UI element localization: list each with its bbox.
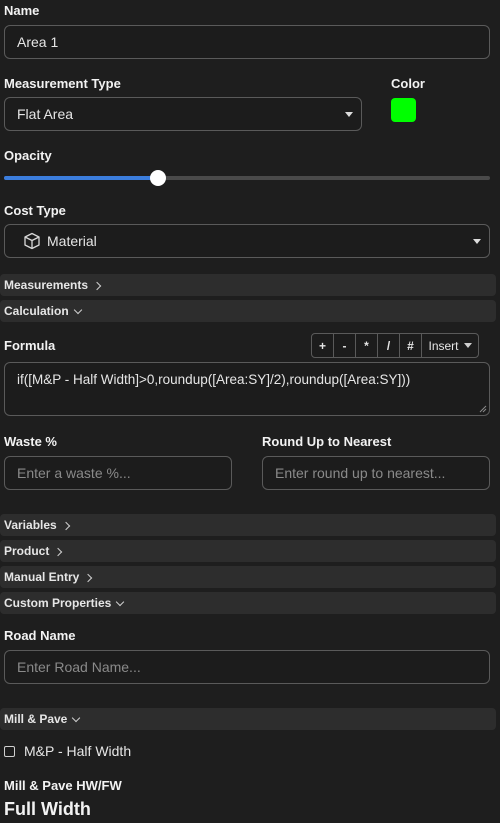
- round-up-label: Round Up to Nearest: [262, 434, 392, 449]
- section-mill-pave[interactable]: Mill & Pave: [0, 708, 496, 730]
- formula-operator-toolbar: + - * / # Insert: [311, 333, 479, 358]
- opacity-label: Opacity: [4, 148, 52, 163]
- operator-divide-button[interactable]: /: [378, 334, 400, 357]
- operator-plus-button[interactable]: +: [312, 334, 334, 357]
- color-label: Color: [391, 76, 425, 91]
- opacity-slider[interactable]: [4, 170, 490, 186]
- section-custom-properties-label: Custom Properties: [4, 596, 112, 610]
- name-input[interactable]: Area 1: [4, 25, 490, 59]
- road-name-label: Road Name: [4, 628, 76, 643]
- measurement-type-value: Flat Area: [17, 106, 74, 122]
- chevron-right-icon: [54, 547, 63, 556]
- section-measurements-label: Measurements: [4, 278, 89, 292]
- operator-minus-button[interactable]: -: [334, 334, 356, 357]
- mill-pave-hwfw-value: Full Width: [4, 799, 91, 819]
- chevron-down-icon: [463, 343, 472, 348]
- section-calculation[interactable]: Calculation: [0, 300, 496, 322]
- road-name-input[interactable]: Enter Road Name...: [4, 650, 490, 684]
- section-calculation-label: Calculation: [4, 304, 69, 318]
- chevron-down-icon: [72, 713, 81, 722]
- insert-label: Insert: [428, 338, 459, 353]
- section-measurements[interactable]: Measurements: [0, 274, 496, 296]
- cost-type-value: Material: [47, 233, 97, 249]
- waste-label: Waste %: [4, 434, 57, 449]
- slider-fill: [4, 176, 158, 180]
- formula-text: if([M&P - Half Width]>0,roundup([Area:SY…: [17, 372, 411, 387]
- color-swatch[interactable]: [391, 98, 416, 122]
- resize-handle-icon[interactable]: [479, 405, 487, 413]
- chevron-right-icon: [84, 573, 93, 582]
- cube-icon: [24, 232, 40, 250]
- operator-hash-button[interactable]: #: [400, 334, 422, 357]
- chevron-right-icon: [61, 521, 70, 530]
- section-custom-properties[interactable]: Custom Properties: [0, 592, 496, 614]
- mp-half-width-label: M&P - Half Width: [24, 743, 132, 759]
- mp-half-width-checkbox-row[interactable]: M&P - Half Width: [4, 743, 131, 759]
- slider-thumb[interactable]: [149, 170, 166, 186]
- formula-textarea[interactable]: if([M&P - Half Width]>0,roundup([Area:SY…: [4, 362, 490, 416]
- section-manual-entry[interactable]: Manual Entry: [0, 566, 496, 588]
- name-label: Name: [4, 3, 40, 18]
- measurement-type-select[interactable]: Flat Area: [4, 97, 362, 131]
- section-mill-pave-label: Mill & Pave: [4, 712, 68, 726]
- chevron-down-icon: [116, 597, 125, 606]
- operator-multiply-button[interactable]: *: [356, 334, 378, 357]
- insert-dropdown-button[interactable]: Insert: [422, 334, 478, 357]
- mp-half-width-checkbox[interactable]: [4, 745, 15, 757]
- section-manual-entry-label: Manual Entry: [4, 570, 80, 584]
- mill-pave-hwfw-label: Mill & Pave HW/FW: [4, 778, 122, 793]
- chevron-down-icon: [345, 112, 353, 117]
- section-product[interactable]: Product: [0, 540, 496, 562]
- chevron-down-icon: [73, 305, 82, 314]
- waste-input[interactable]: Enter a waste %...: [4, 456, 232, 490]
- round-up-input[interactable]: Enter round up to nearest...: [262, 456, 490, 490]
- section-variables-label: Variables: [4, 518, 57, 532]
- formula-label: Formula: [4, 338, 56, 353]
- measurement-type-label: Measurement Type: [4, 76, 121, 91]
- cost-type-select[interactable]: Material: [4, 224, 490, 258]
- cost-type-label: Cost Type: [4, 203, 66, 218]
- section-product-label: Product: [4, 544, 50, 558]
- chevron-right-icon: [92, 281, 102, 290]
- section-variables[interactable]: Variables: [0, 514, 496, 536]
- chevron-down-icon: [473, 239, 481, 244]
